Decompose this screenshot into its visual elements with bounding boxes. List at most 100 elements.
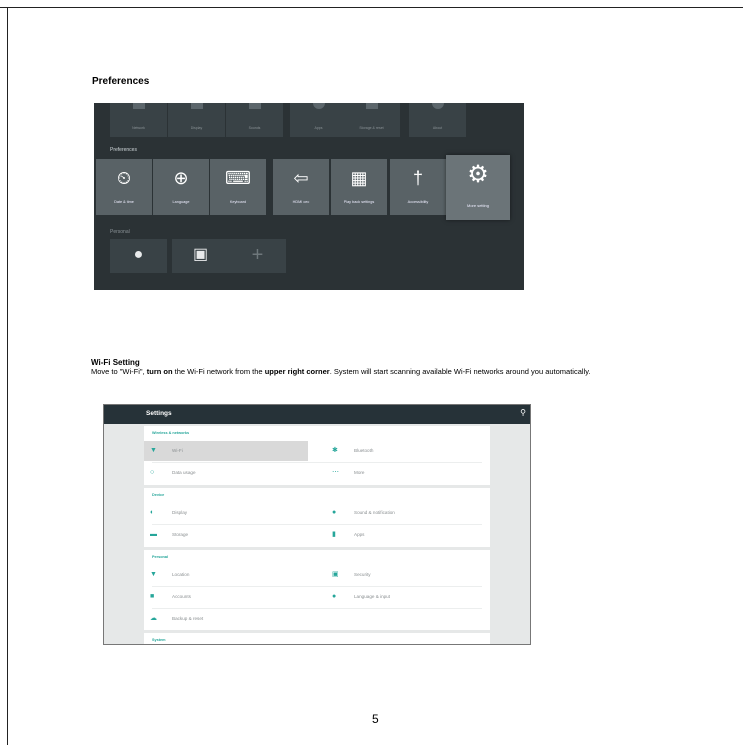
category-header: Personal (152, 555, 169, 559)
tv-tile-label: HDMI cec (292, 200, 310, 204)
gear-icon: ⚙ (467, 161, 489, 188)
settings-item-security[interactable]: ▣ Security (326, 565, 490, 585)
tv-tile-label: Display (190, 126, 203, 130)
more-icon: ⋯ (332, 469, 339, 476)
item-label: Security (354, 572, 371, 577)
item-label: Display (172, 510, 188, 515)
item-label: Language & input (354, 594, 391, 599)
tv-tile-label: Apps (314, 126, 323, 130)
tv-tile-label: Sounds (248, 126, 261, 130)
settings-item-data-usage[interactable]: ○ Data usage (144, 463, 308, 483)
tv-tile-keyboard[interactable]: ⌨ Keyboard (210, 159, 266, 215)
settings-item-language[interactable]: ● Language & input (326, 587, 490, 607)
bluetooth-icon: ✱ (332, 447, 338, 454)
bell-icon: ● (332, 509, 337, 516)
display-icon: ◐ (150, 509, 155, 516)
item-label: Accounts (172, 594, 191, 599)
tv-preferences-screenshot: Network Display Sounds Apps Storage & re… (94, 103, 524, 290)
tv-tile-more-setting[interactable]: ⚙ More setting (446, 155, 510, 220)
location-pin-icon: ● (133, 246, 144, 263)
tv-preferences-label: Preferences (110, 147, 137, 153)
bold-text: upper right corner (264, 367, 330, 376)
settings-item-bluetooth[interactable]: ✱ Bluetooth (326, 441, 490, 461)
apps-icon (312, 103, 325, 109)
card-wireless: Wireless & networks ▼ Wi-Fi ✱ Bluetooth ○ D… (144, 426, 490, 485)
clock-icon: ⏲ (116, 168, 132, 188)
tv-tile-label: Play back settings (343, 200, 375, 204)
storage-icon: ▬ (150, 531, 157, 538)
text-run: the Wi-Fi network from the (172, 367, 265, 376)
display-icon (190, 103, 203, 109)
tv-tile-label: More setting (466, 203, 489, 208)
tv-tile-label: Accessibility (407, 200, 429, 204)
wifi-instructions: Move to "Wi-Fi", turn on the Wi-Fi netwo… (91, 367, 731, 377)
tv-tile-security[interactable]: ▣ (172, 239, 229, 273)
settings-item-apps[interactable]: ▮ Apps (326, 525, 490, 545)
category-header: Wireless & networks (152, 431, 190, 435)
account-icon: ■ (150, 593, 155, 600)
tv-tile-sounds: Sounds (226, 103, 283, 137)
globe-icon: ⊕ (173, 168, 189, 188)
item-label: Bluetooth (354, 448, 374, 453)
settings-item-sound[interactable]: ● Sound & notification (326, 503, 490, 523)
tv-tile-storage: Storage & reset (343, 103, 400, 137)
item-label: Wi-Fi (172, 448, 183, 453)
cloud-icon: ☁ (150, 615, 157, 622)
tv-tile-accessibility[interactable]: † Accessibility (390, 159, 446, 215)
item-label: Backup & reset (172, 616, 204, 621)
settings-item-backup[interactable]: ☁ Backup & reset (144, 609, 308, 629)
text-run: Move to "Wi-Fi", (91, 367, 147, 376)
tv-tile-label: Network (132, 126, 145, 130)
card-personal: Personal ▼ Location ▣ Security ■ Accounts ●… (144, 550, 490, 630)
page-number: 5 (372, 712, 379, 726)
settings-item-display[interactable]: ◐ Display (144, 503, 308, 523)
item-label: Location (172, 572, 190, 577)
settings-item-more[interactable]: ⋯ More (326, 463, 490, 483)
android-settings-screenshot: Settings ⚲ Wireless & networks ▼ Wi-Fi ✱ B… (103, 404, 531, 645)
data-usage-icon: ○ (150, 469, 155, 476)
card-system: System (144, 633, 490, 644)
top-border (0, 7, 743, 8)
android-icon: ▮ (332, 531, 336, 538)
category-header: Device (152, 493, 165, 497)
category-header: System (152, 638, 166, 642)
tv-tile-hdmi-cec[interactable]: ⇦ HDMI cec (273, 159, 329, 215)
input-icon: ⇦ (293, 168, 309, 188)
tv-tile-location[interactable]: ● (110, 239, 167, 273)
tv-tile-label: Language (172, 200, 190, 204)
section-heading-wifi: Wi-Fi Setting (91, 358, 140, 367)
bold-text: turn on (146, 367, 173, 376)
tv-tile-add[interactable]: + (229, 239, 286, 273)
settings-item-location[interactable]: ▼ Location (144, 565, 308, 585)
item-label: More (354, 470, 365, 475)
keyboard-icon: ⌨ (225, 168, 251, 188)
text-run: . System will start scanning available W… (329, 367, 591, 376)
storage-icon (365, 103, 378, 109)
settings-item-storage[interactable]: ▬ Storage (144, 525, 308, 545)
settings-item-accounts[interactable]: ■ Accounts (144, 587, 308, 607)
tv-tile-label: Date & time (114, 200, 134, 204)
tv-tile-network: Network (110, 103, 167, 137)
settings-item-wifi[interactable]: ▼ Wi-Fi (144, 441, 308, 461)
search-icon[interactable]: ⚲ (520, 408, 526, 417)
tv-personal-label: Personal (110, 229, 130, 235)
settings-title: Settings (146, 410, 172, 417)
lock-icon: ▣ (192, 246, 209, 263)
tv-tile-playback[interactable]: ▦ Play back settings (331, 159, 387, 215)
card-device: Device ◐ Display ● Sound & notification ▬ S… (144, 488, 490, 547)
tv-tile-language[interactable]: ⊕ Language (153, 159, 209, 215)
tv-tile-label: About (432, 126, 443, 130)
section-heading-preferences: Preferences (92, 76, 150, 87)
accessibility-icon: † (412, 168, 423, 188)
location-pin-icon: ▼ (150, 571, 157, 578)
lock-icon: ▣ (332, 571, 339, 578)
item-label: Sound & notification (354, 510, 395, 515)
item-label: Apps (354, 532, 365, 537)
tv-tile-date-time[interactable]: ⏲ Date & time (96, 159, 152, 215)
left-border (7, 7, 8, 745)
tv-tile-label: Keyboard (229, 200, 247, 204)
item-label: Data usage (172, 470, 196, 475)
sound-icon (248, 103, 261, 109)
network-icon (132, 103, 145, 109)
item-label: Storage (172, 532, 189, 537)
